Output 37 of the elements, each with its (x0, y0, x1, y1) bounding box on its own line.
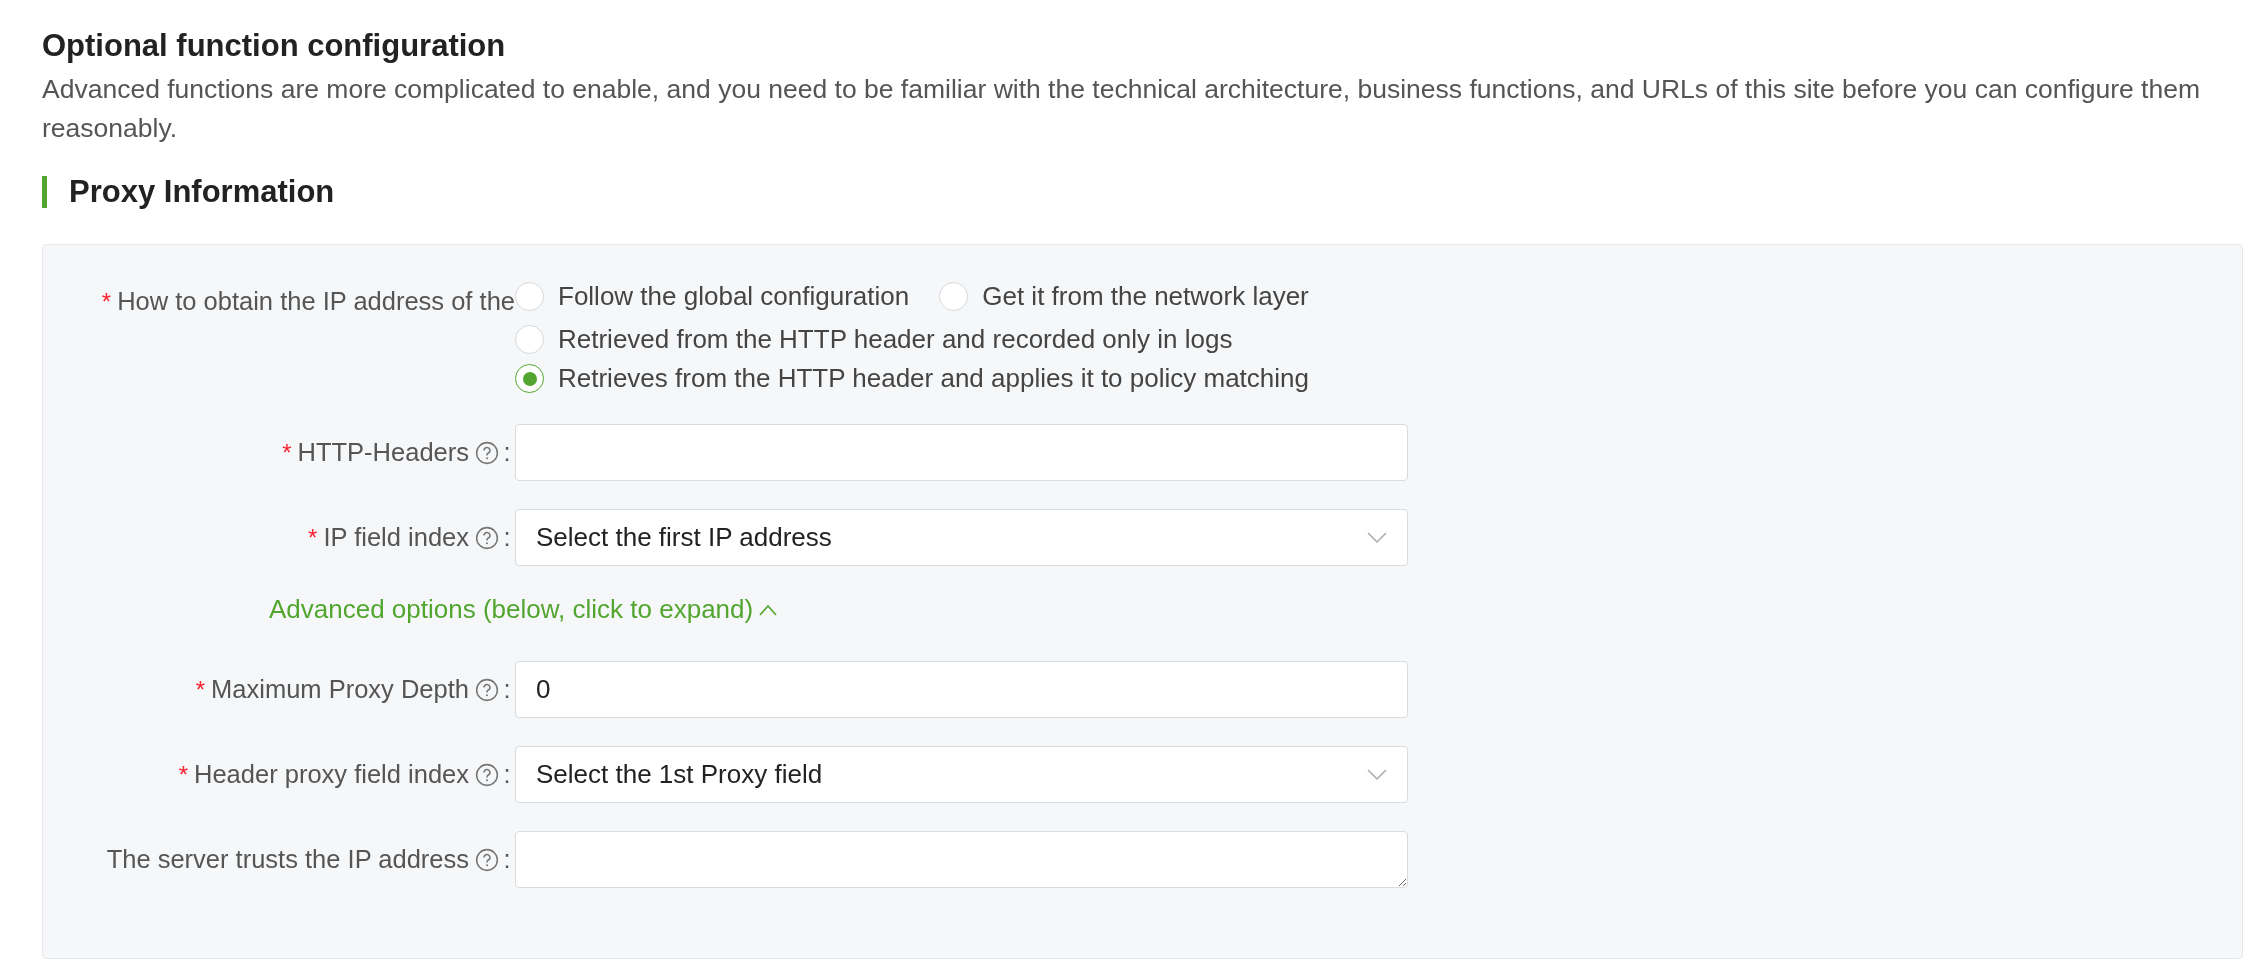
radio-option[interactable]: Follow the global configuration (515, 279, 910, 314)
chevron-down-icon (1367, 768, 1387, 781)
page-description: Advanced functions are more complicated to enable, and you need to be familiar with the technical architecture, business functions, and URLs of this site before you can configure them reasonably. (42, 73, 2202, 145)
label-colon: : (502, 845, 512, 874)
required-asterisk: * (282, 438, 292, 467)
required-asterisk: * (195, 675, 206, 704)
section-accent-bar (42, 176, 47, 208)
help-icon (475, 440, 499, 465)
label-colon: : (502, 438, 512, 467)
field-label: IP field index (323, 523, 469, 552)
textarea-field[interactable] (515, 831, 1408, 888)
field-label: Maximum Proxy Depth (211, 675, 469, 704)
required-asterisk: * (178, 760, 188, 789)
field-label: Header proxy field index (194, 760, 469, 789)
label-colon: : (502, 760, 512, 789)
help-icon (475, 762, 499, 787)
text-input-field[interactable] (515, 424, 1408, 481)
required-asterisk: * (308, 523, 318, 552)
caret-up-icon (759, 603, 778, 616)
required-asterisk: * (101, 287, 112, 316)
radio-option[interactable]: Get it from the network layer (939, 279, 1309, 314)
page-title: Optional function configuration (42, 28, 507, 64)
radio-option[interactable]: Retrieves from the HTTP header and applies it to policy matching (515, 361, 1309, 396)
label-colon: : (502, 523, 512, 552)
field-label: HTTP-Headers (297, 438, 469, 467)
radio-option[interactable]: Retrieved from the HTTP header and recorded only in logs (515, 322, 1233, 357)
section-title: Proxy Information (69, 174, 335, 210)
help-icon (475, 677, 499, 702)
select-dropdown[interactable]: Select the 1st Proxy field (515, 746, 1408, 803)
help-icon (475, 847, 499, 872)
text-input-field[interactable]: 0 (515, 661, 1408, 718)
select-dropdown[interactable]: Select the first IP address (515, 509, 1408, 566)
label-colon: : (502, 675, 512, 704)
field-label: How to obtain the IP address of the (117, 287, 515, 316)
chevron-down-icon (1367, 531, 1387, 544)
field-label: The server trusts the IP address (106, 845, 469, 874)
help-icon (475, 525, 499, 550)
